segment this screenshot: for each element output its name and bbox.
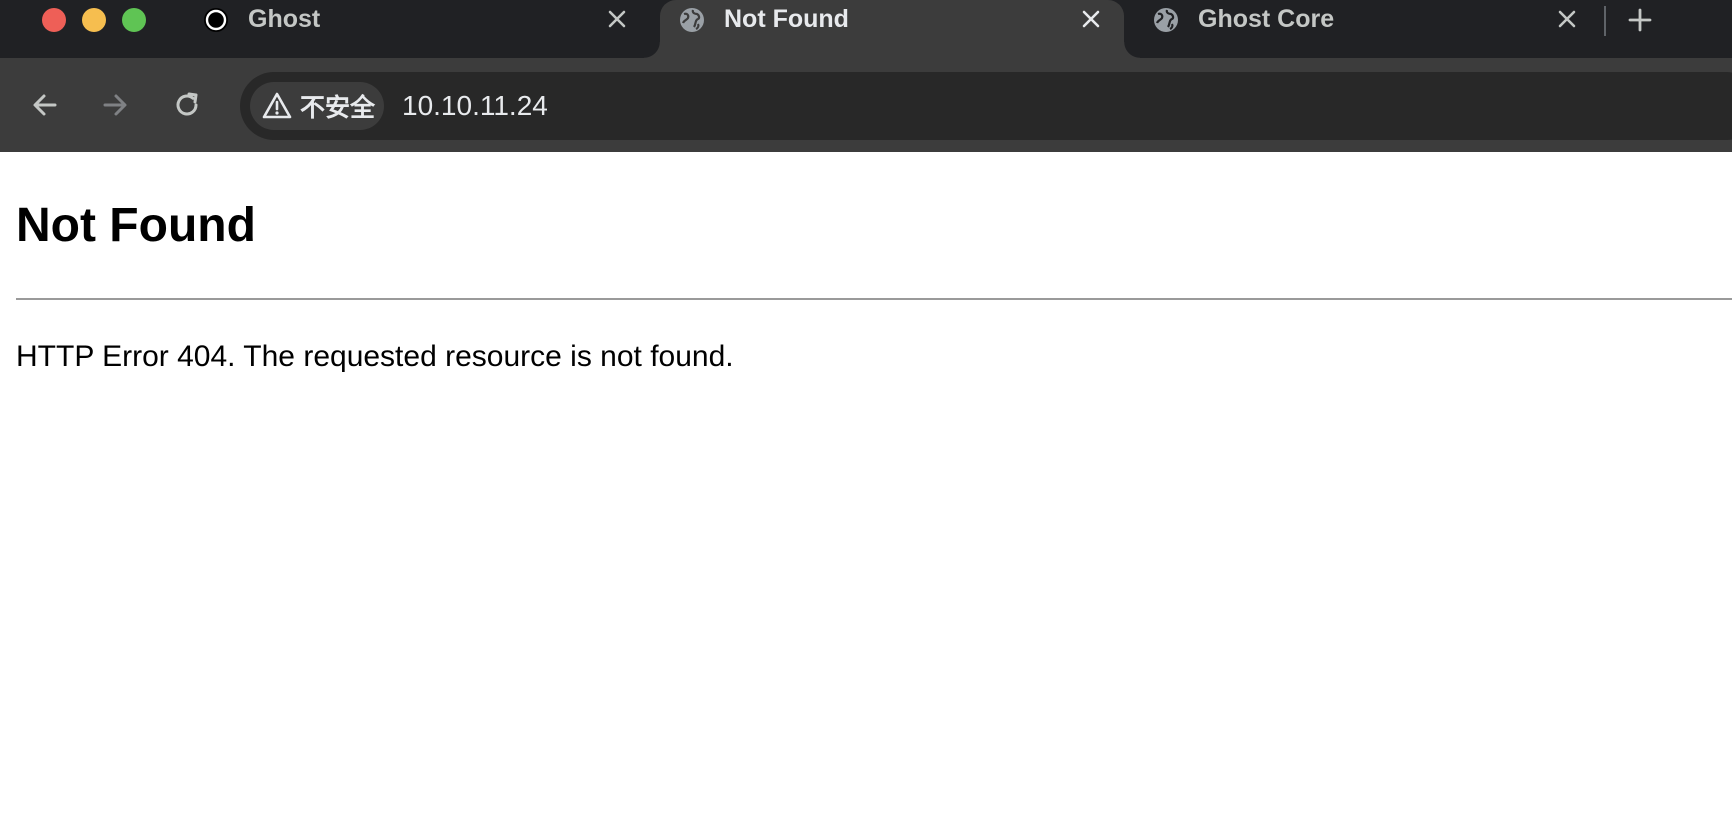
ghost-circle-icon <box>204 8 228 32</box>
close-icon[interactable] <box>1554 6 1580 32</box>
tab-ghost[interactable]: Ghost <box>202 0 632 58</box>
globe-icon <box>680 8 704 32</box>
tab-title: Not Found <box>724 5 849 33</box>
reload-icon[interactable] <box>170 88 204 122</box>
tab-title: Ghost <box>248 5 321 33</box>
horizontal-rule <box>16 298 1732 300</box>
error-message: HTTP Error 404. The requested resource i… <box>16 340 734 373</box>
window-controls <box>42 8 146 32</box>
security-indicator-button[interactable]: 不安全 <box>250 82 384 130</box>
close-icon[interactable] <box>604 6 630 32</box>
tab-separator <box>1604 6 1606 36</box>
browser-window: Ghost Not Found Ghost Core 不安全 10.10.11.… <box>0 0 1732 832</box>
tab-title: Ghost Core <box>1198 5 1335 33</box>
window-maximize-button[interactable] <box>122 8 146 32</box>
globe-icon <box>1154 8 1178 32</box>
browser-toolbar: 不安全 10.10.11.24 <box>0 58 1732 152</box>
url-text[interactable]: 10.10.11.24 <box>402 90 548 122</box>
address-bar[interactable]: 不安全 10.10.11.24 <box>240 72 1732 140</box>
new-tab-plus-icon[interactable] <box>1626 6 1654 34</box>
window-minimize-button[interactable] <box>82 8 106 32</box>
warning-triangle-icon <box>262 92 292 119</box>
tab-ghost-core[interactable]: Ghost Core <box>1152 0 1576 58</box>
window-close-button[interactable] <box>42 8 66 32</box>
forward-arrow-icon[interactable] <box>98 88 132 122</box>
tab-not-found[interactable]: Not Found <box>644 0 1140 58</box>
page-heading: Not Found <box>16 199 256 252</box>
tab-strip: Ghost Not Found Ghost Core <box>0 0 1732 58</box>
close-icon[interactable] <box>1078 6 1104 32</box>
page-content: Not Found HTTP Error 404. The requested … <box>0 152 1732 832</box>
security-label: 不安全 <box>300 94 376 122</box>
back-arrow-icon[interactable] <box>28 88 62 122</box>
